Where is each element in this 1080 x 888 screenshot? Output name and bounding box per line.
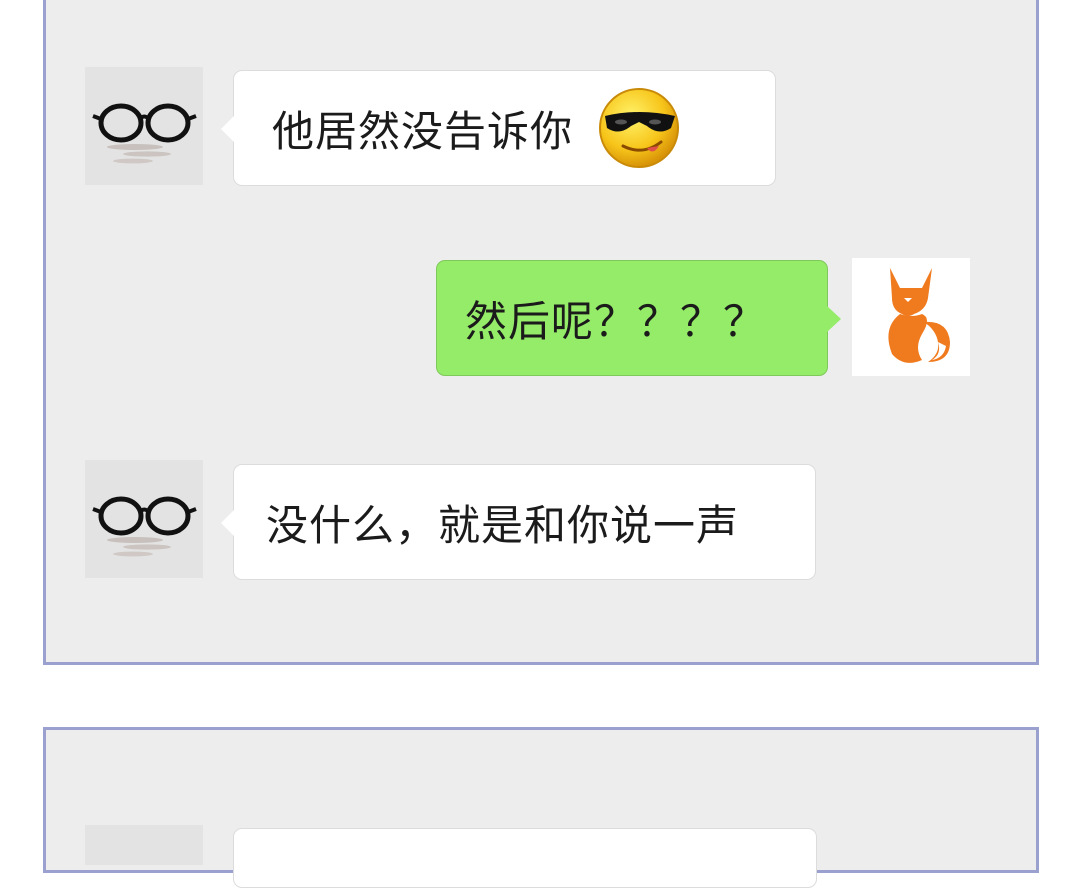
message-text: 然后呢？？？？ <box>465 296 767 346</box>
message-bubble-outgoing[interactable]: 然后呢？？？？ <box>436 260 841 376</box>
message-text: 他居然没告诉你 <box>272 106 574 156</box>
glasses-icon <box>85 460 203 578</box>
message-bubble[interactable] <box>233 828 817 888</box>
bubble-tail <box>827 306 841 332</box>
chat-panel <box>43 727 1039 888</box>
bubble-tail <box>221 510 234 536</box>
fox-icon <box>852 258 970 376</box>
sunglasses-smiley-icon <box>597 86 681 170</box>
contact-avatar[interactable] <box>85 67 203 185</box>
contact-avatar[interactable] <box>85 460 203 578</box>
message-bubble[interactable]: 他居然没告诉你 <box>221 70 776 186</box>
glasses-icon <box>85 67 203 185</box>
contact-avatar[interactable] <box>85 825 203 865</box>
bubble-tail <box>221 116 234 142</box>
message-bubble[interactable]: 没什么，就是和你说一声 <box>221 464 816 580</box>
chat-panel: 他居然没告诉你 然后呢？？？？ 没什么，就是和你说一声 <box>43 0 1039 665</box>
my-avatar[interactable] <box>852 258 970 376</box>
message-text: 没什么，就是和你说一声 <box>266 500 740 550</box>
